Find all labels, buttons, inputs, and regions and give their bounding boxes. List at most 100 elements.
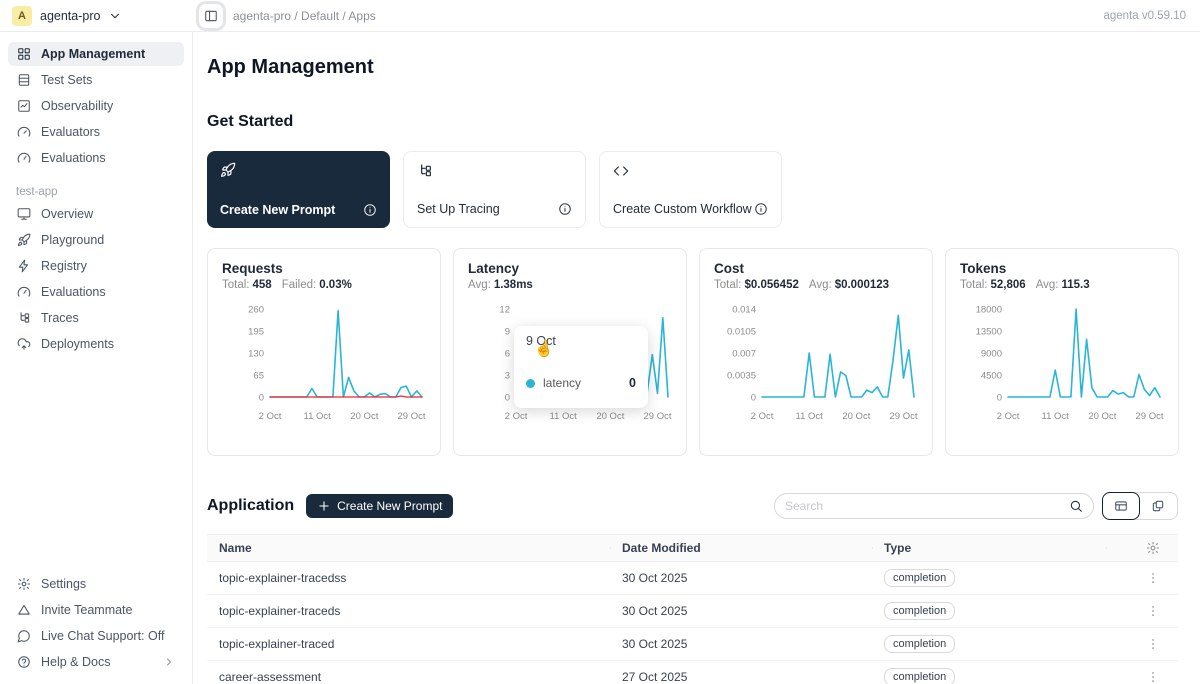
page-title: App Management xyxy=(207,56,1178,79)
sidebar-item-invite-teammate[interactable]: Invite Teammate xyxy=(8,598,184,622)
monitor-icon xyxy=(17,207,31,221)
get-started-card-create-custom-workflow[interactable]: Create Custom Workflow xyxy=(599,151,782,228)
info-icon[interactable] xyxy=(558,202,572,216)
table-row[interactable]: topic-explainer-traceds30 Oct 2025comple… xyxy=(207,595,1178,628)
bolt-icon xyxy=(17,259,31,273)
dots-vertical-icon xyxy=(1146,637,1160,651)
sidebar-bottom: Settings Invite Teammate Live Chat Support… xyxy=(0,570,192,676)
svg-text:130: 130 xyxy=(248,349,264,360)
sidebar-item-label: Help & Docs xyxy=(41,655,110,669)
svg-text:2 Oct: 2 Oct xyxy=(505,411,528,422)
svg-text:0: 0 xyxy=(997,393,1002,404)
cloud-icon xyxy=(17,337,31,351)
chart-card-cost: CostTotal:$0.056452Avg:$0.0001230.0140.0… xyxy=(699,248,933,456)
svg-text:2 Oct: 2 Oct xyxy=(751,411,774,422)
sidebar-item-evaluators[interactable]: Evaluators xyxy=(8,120,184,144)
applications-table: NameDate ModifiedType topic-explainer-tr… xyxy=(207,534,1178,684)
date-modified: 27 Oct 2025 xyxy=(610,670,872,684)
search-icon xyxy=(1069,499,1083,513)
svg-text:0.014: 0.014 xyxy=(732,305,756,316)
svg-text:65: 65 xyxy=(253,371,264,382)
sidebar-item-label: Test Sets xyxy=(41,73,92,87)
row-menu-button[interactable] xyxy=(1146,604,1160,618)
panel-left-icon xyxy=(204,9,218,23)
breadcrumb: agenta-pro / Default / Apps xyxy=(233,9,376,23)
svg-text:0: 0 xyxy=(751,393,756,404)
sidebar-toggle-button[interactable] xyxy=(199,4,223,28)
row-menu-button[interactable] xyxy=(1146,571,1160,585)
sidebar-item-help-docs[interactable]: Help & Docs xyxy=(8,650,184,674)
gauge2-icon xyxy=(17,285,31,299)
chart-title: Latency xyxy=(468,261,672,276)
dots-vertical-icon xyxy=(1146,604,1160,618)
svg-text:11 Oct: 11 Oct xyxy=(550,411,578,422)
workspace-avatar: A xyxy=(12,6,32,26)
gear-icon xyxy=(1146,541,1160,555)
sidebar-item-settings[interactable]: Settings xyxy=(8,572,184,596)
sidebar-item-label: App Management xyxy=(41,47,145,61)
app-name: topic-explainer-tracedss xyxy=(207,571,610,585)
chart-stat: Avg:115.3 xyxy=(1036,279,1090,291)
sidebar-item-traces[interactable]: Traces xyxy=(8,306,184,330)
get-started-card-set-up-tracing[interactable]: Set Up Tracing xyxy=(403,151,586,228)
cardview-icon xyxy=(1151,499,1165,513)
type-badge: completion xyxy=(884,569,955,587)
table-icon xyxy=(17,73,31,87)
svg-text:12: 12 xyxy=(499,305,510,316)
table-view-button[interactable] xyxy=(1102,492,1140,520)
search-box xyxy=(774,493,1094,519)
sidebar-item-playground[interactable]: Playground xyxy=(8,228,184,252)
sidebar-item-overview[interactable]: Overview xyxy=(8,202,184,226)
table-row[interactable]: topic-explainer-traced30 Oct 2025complet… xyxy=(207,628,1178,661)
sidebar-item-registry[interactable]: Registry xyxy=(8,254,184,278)
sidebar-item-label: Playground xyxy=(41,233,104,247)
sidebar: App Management Test Sets Observability Eval… xyxy=(0,32,193,684)
svg-text:0.0035: 0.0035 xyxy=(727,371,756,382)
sidebar-item-label: Observability xyxy=(41,99,113,113)
row-menu-button[interactable] xyxy=(1146,637,1160,651)
sidebar-item-label: Evaluations xyxy=(41,285,106,299)
card-view-button[interactable] xyxy=(1139,493,1177,519)
info-icon[interactable] xyxy=(754,202,768,216)
info-icon xyxy=(363,203,377,217)
sidebar-item-label: Invite Teammate xyxy=(41,603,132,617)
svg-text:29 Oct: 29 Oct xyxy=(644,411,672,422)
dots-vertical-icon xyxy=(1146,571,1160,585)
info-icon[interactable] xyxy=(363,203,377,217)
sidebar-item-live-chat-support-off[interactable]: Live Chat Support: Off xyxy=(8,624,184,648)
row-menu-button[interactable] xyxy=(1146,670,1160,684)
sidebar-item-evaluations[interactable]: Evaluations xyxy=(8,280,184,304)
chart-stat: Total:$0.056452 xyxy=(714,279,799,291)
app-name: topic-explainer-traced xyxy=(207,637,610,651)
sidebar-item-app-management[interactable]: App Management xyxy=(8,42,184,66)
sidebar-item-label: Overview xyxy=(41,207,93,221)
column-header-date-modified: Date Modified xyxy=(610,541,872,555)
svg-text:20 Oct: 20 Oct xyxy=(596,411,624,422)
sidebar-item-evaluations[interactable]: Evaluations xyxy=(8,146,184,170)
sidebar-item-label: Live Chat Support: Off xyxy=(41,629,164,643)
chart-stat: Avg:$0.000123 xyxy=(809,279,889,291)
svg-text:9000: 9000 xyxy=(981,349,1002,360)
sidebar-item-deployments[interactable]: Deployments xyxy=(8,332,184,356)
create-new-prompt-button[interactable]: Create New Prompt xyxy=(306,494,453,518)
column-settings-button[interactable] xyxy=(1146,541,1160,555)
svg-text:11 Oct: 11 Oct xyxy=(796,411,824,422)
svg-text:18000: 18000 xyxy=(976,305,1002,316)
plus-icon xyxy=(317,499,331,513)
sidebar-item-observability[interactable]: Observability xyxy=(8,94,184,118)
table-row[interactable]: topic-explainer-tracedss30 Oct 2025compl… xyxy=(207,562,1178,595)
chart-stat: Total:52,806 xyxy=(960,279,1026,291)
get-started-card-create-new-prompt[interactable]: Create New Prompt xyxy=(207,151,390,228)
tooltip-value: 0 xyxy=(629,376,636,390)
grid-icon xyxy=(17,47,31,61)
type-badge: completion xyxy=(884,602,955,620)
workspace-selector[interactable]: A agenta-pro xyxy=(0,0,193,31)
triangle-icon xyxy=(17,603,31,617)
app-version: agenta v0.59.10 xyxy=(1104,10,1187,22)
svg-text:13500: 13500 xyxy=(976,327,1002,338)
svg-text:3: 3 xyxy=(505,371,510,382)
svg-text:4500: 4500 xyxy=(981,371,1002,382)
search-input[interactable] xyxy=(785,499,1069,513)
table-row[interactable]: career-assessment27 Oct 2025completion xyxy=(207,661,1178,684)
sidebar-item-test-sets[interactable]: Test Sets xyxy=(8,68,184,92)
